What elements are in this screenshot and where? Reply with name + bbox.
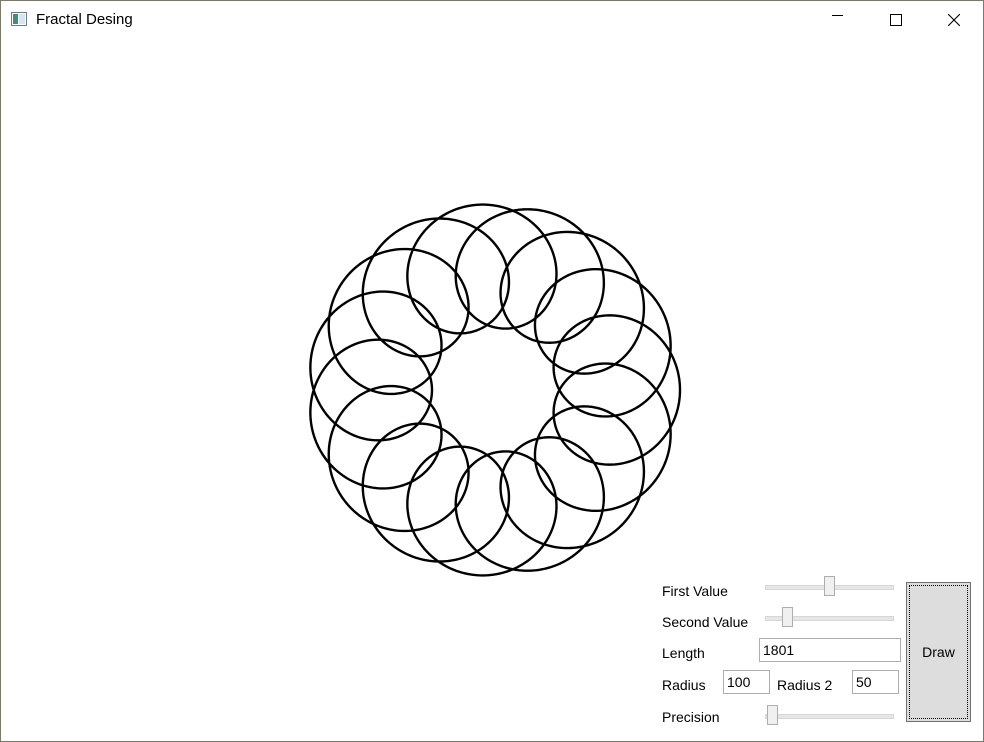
draw-button-label: Draw	[922, 644, 955, 660]
title-bar[interactable]: Fractal Desing	[1, 1, 983, 39]
close-button[interactable]	[925, 1, 983, 39]
radius-label: Radius	[662, 677, 706, 693]
length-input[interactable]: 1801	[759, 638, 901, 662]
radius2-input[interactable]: 50	[852, 670, 899, 694]
app-window: Fractal Desing First Value Second Value …	[0, 0, 984, 742]
precision-slider[interactable]	[765, 705, 894, 727]
second-value-slider-thumb[interactable]	[782, 607, 793, 627]
drawing-canvas: First Value Second Value Length 1801 Rad…	[1, 39, 983, 741]
precision-slider-track	[765, 714, 894, 719]
maximize-button[interactable]	[867, 1, 925, 39]
maximize-icon	[890, 14, 902, 26]
app-window-icon	[11, 12, 27, 26]
first-value-label: First Value	[662, 583, 728, 599]
first-value-slider[interactable]	[765, 576, 894, 598]
first-value-slider-thumb[interactable]	[824, 576, 835, 596]
length-label: Length	[662, 645, 705, 661]
minimize-button[interactable]	[809, 1, 867, 39]
fractal-curve	[309, 203, 682, 577]
window-title: Fractal Desing	[36, 11, 133, 28]
radius2-label: Radius 2	[777, 677, 833, 693]
precision-label: Precision	[662, 709, 720, 725]
fractal-drawing	[309, 203, 682, 577]
minimize-icon	[832, 15, 843, 16]
radius-input[interactable]: 100	[723, 670, 770, 694]
close-icon	[948, 14, 960, 26]
second-value-slider[interactable]	[765, 607, 894, 629]
precision-slider-thumb[interactable]	[767, 705, 778, 725]
second-value-label: Second Value	[662, 614, 749, 630]
draw-button[interactable]: Draw	[906, 582, 971, 722]
